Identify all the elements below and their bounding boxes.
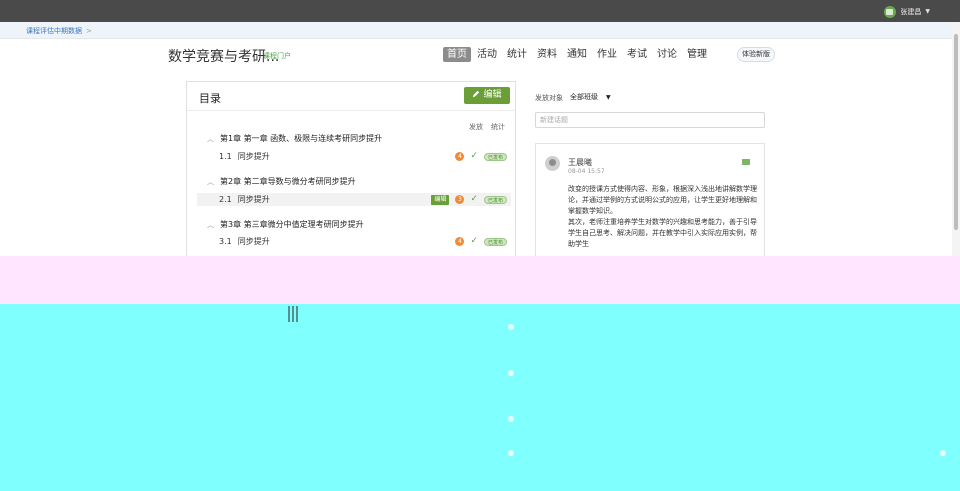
section-edit-tag[interactable]: 编辑 <box>431 194 450 205</box>
section-meta: 4 ✓ 已发布 <box>455 151 507 162</box>
chapter-label: 第3章 第三章微分中值定理考研同步提升 <box>220 220 364 229</box>
section-meta: 编辑 3 ✓ 已发布 <box>431 194 507 205</box>
tab-homework[interactable]: 作业 <box>593 47 621 62</box>
chapter-1[interactable]: ︿ 第1章 第一章 函数、极限与连续考研同步提升 <box>207 133 382 144</box>
course-nav: 首页 活动 统计 资料 通知 作业 考试 讨论 管理 <box>443 47 713 62</box>
tab-manage[interactable]: 管理 <box>683 47 711 62</box>
post-paragraph: 其次，老师注重培养学生对数学的兴趣和思考能力，善于引导学生自己思考、解决问题，并… <box>568 218 757 248</box>
section-meta: 4 ✓ 已发布 <box>455 236 507 247</box>
user-name: 张建昌 <box>900 7 922 16</box>
section-label: 同步提升 <box>237 237 270 246</box>
toc-panel: 目录 编辑 发放 统计 ︿ 第1章 第一章 函数、极限与连续考研同步提升 1.1 同… <box>186 81 516 261</box>
status-badge[interactable]: 已发布 <box>483 152 507 161</box>
collapse-icon[interactable]: ︿ <box>207 134 216 144</box>
tab-home[interactable]: 首页 <box>443 47 471 62</box>
artifact-dot <box>508 450 514 456</box>
section-number: 1.1 <box>219 152 232 161</box>
chapter-label: 第1章 第一章 函数、极限与连续考研同步提升 <box>220 134 383 143</box>
chapter-label: 第2章 第二章导数与微分考研同步提升 <box>220 177 356 186</box>
new-topic-input[interactable]: 新建话题 <box>535 112 765 128</box>
chevron-down-icon: ▼ <box>925 8 930 15</box>
render-artifact-overlay <box>0 304 960 491</box>
status-badge[interactable]: 已发布 <box>483 237 507 246</box>
section-label: 同步提升 <box>237 195 270 204</box>
edit-button-label: 编辑 <box>483 90 502 100</box>
section-3-1[interactable]: 3.1 同步提升 4 ✓ 已发布 <box>197 235 511 248</box>
class-filter-select[interactable]: 全部班级 ▼ <box>570 92 611 102</box>
divider <box>187 110 515 111</box>
avatar <box>545 156 560 171</box>
check-icon: ✓ <box>470 194 478 204</box>
tab-discussion[interactable]: 讨论 <box>653 47 681 62</box>
tab-exams[interactable]: 考试 <box>623 47 651 62</box>
collapse-icon[interactable]: ︿ <box>207 177 216 187</box>
count-badge: 3 <box>455 195 465 204</box>
try-new-version-button[interactable]: 体验新版 <box>737 47 775 62</box>
render-artifact-stripe <box>288 306 300 322</box>
filter-label: 发放对象 <box>535 94 563 102</box>
toc-title: 目录 <box>199 92 221 105</box>
section-1-1[interactable]: 1.1 同步提升 4 ✓ 已发布 <box>197 150 511 163</box>
tab-statistics[interactable]: 统计 <box>503 47 531 62</box>
post-author[interactable]: 王晨曦 <box>568 157 592 168</box>
col-stats: 统计 <box>491 123 505 131</box>
count-badge: 4 <box>455 152 465 161</box>
top-bar: 张建昌 ▼ <box>0 0 960 22</box>
avatar <box>884 5 897 18</box>
breadcrumb[interactable]: 课程评估中期数据 > <box>26 26 92 36</box>
count-badge: 4 <box>455 237 465 246</box>
artifact-dot <box>940 450 946 456</box>
breadcrumb-bar: 课程评估中期数据 > <box>0 22 952 39</box>
collapse-icon[interactable]: ︿ <box>207 220 216 230</box>
course-portal-link[interactable]: 课程门户 <box>263 51 291 61</box>
breadcrumb-link[interactable]: 课程评估中期数据 <box>26 27 82 35</box>
artifact-dot <box>508 416 514 422</box>
tab-materials[interactable]: 资料 <box>533 47 561 62</box>
chapter-2[interactable]: ︿ 第2章 第二章导数与微分考研同步提升 <box>207 176 356 187</box>
status-badge[interactable]: 已发布 <box>483 195 507 204</box>
menu-icon[interactable] <box>742 159 750 165</box>
section-label: 同步提升 <box>237 152 270 161</box>
pencil-icon <box>473 90 480 98</box>
chevron-right-icon: > <box>86 27 92 35</box>
post-time: 08-04 15:57 <box>568 168 605 175</box>
section-2-1[interactable]: 2.1 同步提升 编辑 3 ✓ 已发布 <box>197 193 511 206</box>
section-number: 2.1 <box>219 195 232 204</box>
edit-button[interactable]: 编辑 <box>464 87 510 104</box>
check-icon: ✓ <box>470 151 478 161</box>
artifact-dot <box>508 324 514 330</box>
section-number: 3.1 <box>219 237 232 246</box>
post-paragraph: 改变的授课方式使得内容、形象，根据深入浅出地讲解数学理论，并通过举例的方式说明公… <box>568 185 757 215</box>
scrollbar-thumb[interactable] <box>954 34 958 230</box>
filter-value: 全部班级 <box>570 93 598 101</box>
check-icon: ✓ <box>470 236 478 246</box>
toc-column-headers: 发放 统计 <box>469 122 505 132</box>
user-menu[interactable]: 张建昌 ▼ <box>884 5 930 18</box>
tab-activity[interactable]: 活动 <box>473 47 501 62</box>
tab-notices[interactable]: 通知 <box>563 47 591 62</box>
col-publish: 发放 <box>469 123 483 131</box>
discussion-post[interactable]: 王晨曦 08-04 15:57 改变的授课方式使得内容、形象，根据深入浅出地讲解… <box>535 143 765 258</box>
artifact-dot <box>508 370 514 376</box>
post-body: 改变的授课方式使得内容、形象，根据深入浅出地讲解数学理论，并通过举例的方式说明公… <box>568 184 758 250</box>
render-artifact-band <box>0 256 960 304</box>
chapter-3[interactable]: ︿ 第3章 第三章微分中值定理考研同步提升 <box>207 219 364 230</box>
chevron-down-icon: ▼ <box>606 94 611 101</box>
